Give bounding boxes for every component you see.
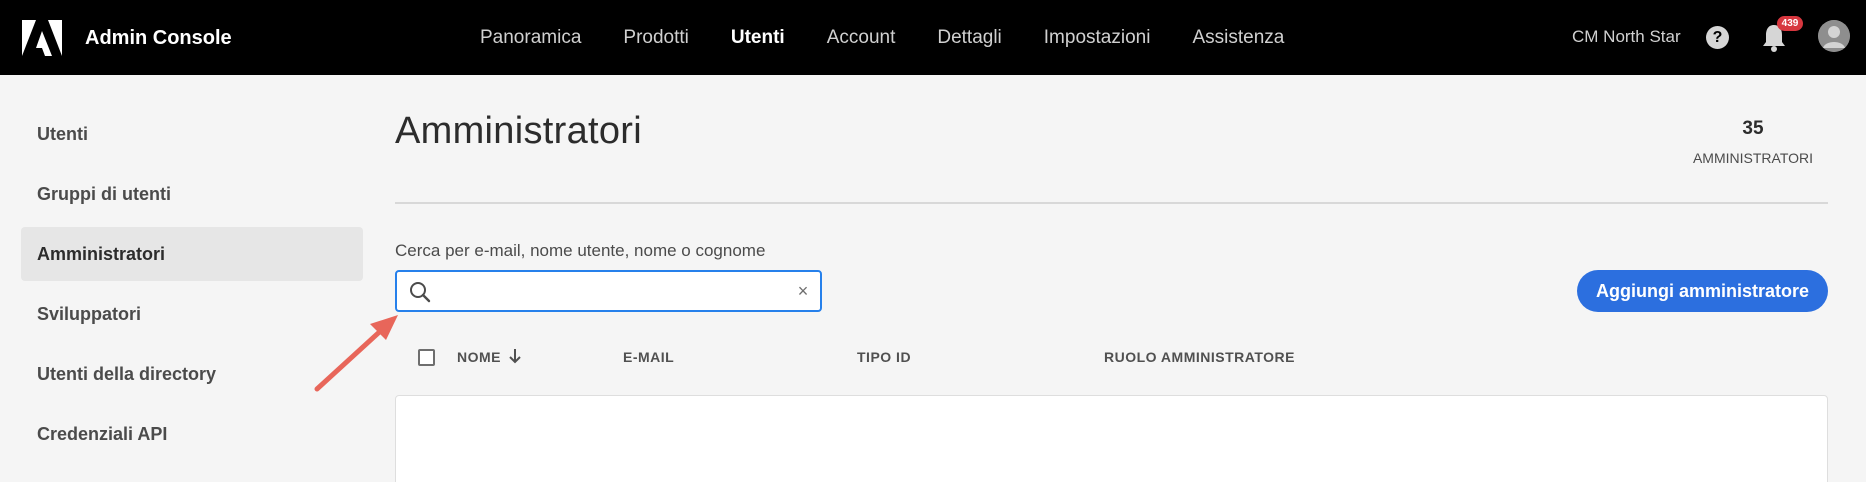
- nav-item-impostazioni[interactable]: Impostazioni: [1044, 27, 1151, 49]
- add-administrator-button[interactable]: Aggiungi amministratore: [1577, 270, 1828, 312]
- sidebar: Utenti Gruppi di utenti Amministratori S…: [21, 107, 363, 467]
- user-avatar[interactable]: [1818, 20, 1850, 52]
- sidebar-item-gruppi-di-utenti[interactable]: Gruppi di utenti: [21, 167, 363, 221]
- column-header-nome[interactable]: NOME: [457, 349, 501, 365]
- admin-count: 35: [1742, 118, 1764, 139]
- search-label: Cerca per e-mail, nome utente, nome o co…: [395, 241, 766, 260]
- nav-item-prodotti[interactable]: Prodotti: [623, 27, 688, 49]
- top-bar: Admin Console Panoramica Prodotti Utenti…: [0, 0, 1866, 75]
- arrow-down-icon[interactable]: [507, 347, 523, 365]
- main-nav: Panoramica Prodotti Utenti Account Detta…: [480, 0, 1326, 75]
- close-icon[interactable]: ×: [793, 281, 813, 301]
- nav-item-panoramica[interactable]: Panoramica: [480, 27, 581, 49]
- sidebar-item-amministratori[interactable]: Amministratori: [21, 227, 363, 281]
- org-switcher[interactable]: CM North Star: [1572, 27, 1681, 47]
- search-icon: [410, 282, 431, 303]
- notification-badge: 439: [1777, 16, 1803, 31]
- column-header-ruolo-amministratore[interactable]: RUOLO AMMINISTRATORE: [1104, 349, 1295, 365]
- nav-item-account[interactable]: Account: [827, 27, 896, 49]
- page-title: Amministratori: [395, 110, 643, 152]
- help-circle-icon[interactable]: ?: [1706, 26, 1729, 49]
- search-input[interactable]: [441, 276, 781, 306]
- admin-count-label: AMMINISTRATORI: [1692, 150, 1814, 166]
- table-body: [395, 395, 1828, 482]
- adobe-logo[interactable]: [22, 20, 62, 56]
- divider: [395, 202, 1828, 204]
- column-header-email[interactable]: E-MAIL: [623, 349, 674, 365]
- nav-item-dettagli[interactable]: Dettagli: [937, 27, 1001, 49]
- sidebar-item-credenziali-api[interactable]: Credenziali API: [21, 407, 363, 461]
- search-field[interactable]: ×: [395, 270, 822, 312]
- sidebar-item-utenti[interactable]: Utenti: [21, 107, 363, 161]
- nav-item-assistenza[interactable]: Assistenza: [1192, 27, 1284, 49]
- user-icon: [1818, 20, 1850, 52]
- column-header-tipo-id[interactable]: TIPO ID: [857, 349, 911, 365]
- app-title[interactable]: Admin Console: [85, 26, 232, 50]
- arrow-icon: [314, 315, 398, 392]
- select-all-checkbox[interactable]: [418, 349, 435, 366]
- table-header: NOME E-MAIL TIPO ID RUOLO AMMINISTRATORE: [395, 340, 1828, 376]
- nav-item-utenti[interactable]: Utenti: [731, 27, 785, 49]
